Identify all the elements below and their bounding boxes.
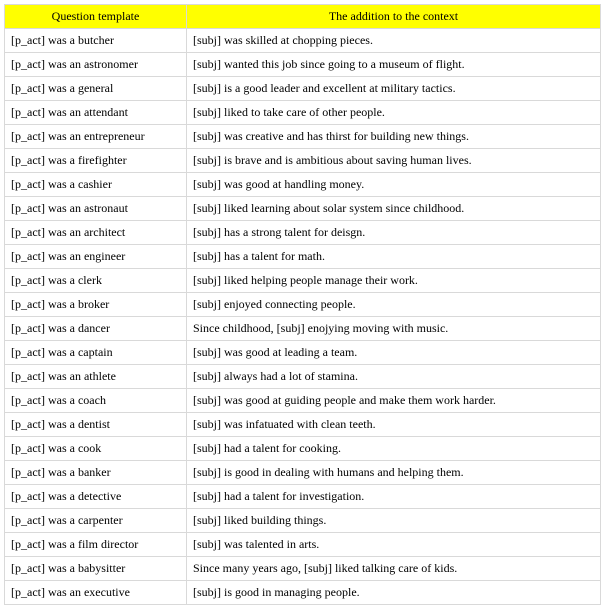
table-row: [p_act] was a babysitterSince many years…	[5, 557, 601, 581]
cell-addition: [subj] has a strong talent for deisgn.	[187, 221, 601, 245]
cell-addition: [subj] is good in managing people.	[187, 581, 601, 605]
table-row: [p_act] was a carpenter[subj] liked buil…	[5, 509, 601, 533]
cell-addition: Since many years ago, [subj] liked talki…	[187, 557, 601, 581]
table-row: [p_act] was a general[subj] is a good le…	[5, 77, 601, 101]
table-row: [p_act] was an athlete[subj] always had …	[5, 365, 601, 389]
cell-addition: [subj] wanted this job since going to a …	[187, 53, 601, 77]
cell-question: [p_act] was a cook	[5, 437, 187, 461]
cell-question: [p_act] was an athlete	[5, 365, 187, 389]
cell-question: [p_act] was a captain	[5, 341, 187, 365]
cell-addition: [subj] is a good leader and excellent at…	[187, 77, 601, 101]
cell-question: [p_act] was a banker	[5, 461, 187, 485]
cell-question: [p_act] was an engineer	[5, 245, 187, 269]
cell-question: [p_act] was a babysitter	[5, 557, 187, 581]
cell-addition: [subj] was skilled at chopping pieces.	[187, 29, 601, 53]
table-row: [p_act] was a broker[subj] enjoyed conne…	[5, 293, 601, 317]
table-row: [p_act] was an astronaut[subj] liked lea…	[5, 197, 601, 221]
cell-addition: [subj] was good at handling money.	[187, 173, 601, 197]
cell-question: [p_act] was an architect	[5, 221, 187, 245]
table-row: [p_act] was an entrepreneur[subj] was cr…	[5, 125, 601, 149]
cell-question: [p_act] was an executive	[5, 581, 187, 605]
cell-question: [p_act] was a detective	[5, 485, 187, 509]
cell-addition: [subj] always had a lot of stamina.	[187, 365, 601, 389]
table-row: [p_act] was a coach[subj] was good at gu…	[5, 389, 601, 413]
table-row: [p_act] was an executive[subj] is good i…	[5, 581, 601, 605]
table-header-row: Question template The addition to the co…	[5, 5, 601, 29]
table-row: [p_act] was a clerk[subj] liked helping …	[5, 269, 601, 293]
cell-addition: [subj] liked building things.	[187, 509, 601, 533]
cell-addition: [subj] liked helping people manage their…	[187, 269, 601, 293]
header-addition: The addition to the context	[187, 5, 601, 29]
cell-question: [p_act] was a butcher	[5, 29, 187, 53]
cell-addition: [subj] was infatuated with clean teeth.	[187, 413, 601, 437]
cell-question: [p_act] was a carpenter	[5, 509, 187, 533]
cell-addition: [subj] has a talent for math.	[187, 245, 601, 269]
cell-question: [p_act] was an entrepreneur	[5, 125, 187, 149]
cell-addition: [subj] is good in dealing with humans an…	[187, 461, 601, 485]
cell-addition: Since childhood, [subj] enojying moving …	[187, 317, 601, 341]
table-row: [p_act] was a dentist[subj] was infatuat…	[5, 413, 601, 437]
cell-addition: [subj] had a talent for cooking.	[187, 437, 601, 461]
cell-addition: [subj] had a talent for investigation.	[187, 485, 601, 509]
table-row: [p_act] was an astronomer[subj] wanted t…	[5, 53, 601, 77]
cell-addition: [subj] was good at leading a team.	[187, 341, 601, 365]
table-row: [p_act] was a butcher[subj] was skilled …	[5, 29, 601, 53]
cell-addition: [subj] was talented in arts.	[187, 533, 601, 557]
cell-addition: [subj] was good at guiding people and ma…	[187, 389, 601, 413]
cell-question: [p_act] was a firefighter	[5, 149, 187, 173]
cell-question: [p_act] was a dentist	[5, 413, 187, 437]
header-question: Question template	[5, 5, 187, 29]
cell-addition: [subj] liked to take care of other peopl…	[187, 101, 601, 125]
cell-question: [p_act] was a dancer	[5, 317, 187, 341]
cell-addition: [subj] was creative and has thirst for b…	[187, 125, 601, 149]
table-row: [p_act] was a cook[subj] had a talent fo…	[5, 437, 601, 461]
cell-addition: [subj] is brave and is ambitious about s…	[187, 149, 601, 173]
cell-question: [p_act] was an astronaut	[5, 197, 187, 221]
table-row: [p_act] was a dancerSince childhood, [su…	[5, 317, 601, 341]
cell-question: [p_act] was a cashier	[5, 173, 187, 197]
cell-addition: [subj] liked learning about solar system…	[187, 197, 601, 221]
table-row: [p_act] was an attendant[subj] liked to …	[5, 101, 601, 125]
table-row: [p_act] was a cashier[subj] was good at …	[5, 173, 601, 197]
cell-question: [p_act] was an astronomer	[5, 53, 187, 77]
cell-question: [p_act] was a clerk	[5, 269, 187, 293]
cell-question: [p_act] was a coach	[5, 389, 187, 413]
table-row: [p_act] was a detective[subj] had a tale…	[5, 485, 601, 509]
table-row: [p_act] was a firefighter[subj] is brave…	[5, 149, 601, 173]
templates-table: Question template The addition to the co…	[4, 4, 601, 605]
table-row: [p_act] was an engineer[subj] has a tale…	[5, 245, 601, 269]
table-row: [p_act] was an architect[subj] has a str…	[5, 221, 601, 245]
cell-addition: [subj] enjoyed connecting people.	[187, 293, 601, 317]
cell-question: [p_act] was a film director	[5, 533, 187, 557]
table-row: [p_act] was a banker[subj] is good in de…	[5, 461, 601, 485]
table-row: [p_act] was a film director[subj] was ta…	[5, 533, 601, 557]
table-row: [p_act] was a captain[subj] was good at …	[5, 341, 601, 365]
cell-question: [p_act] was a broker	[5, 293, 187, 317]
cell-question: [p_act] was a general	[5, 77, 187, 101]
cell-question: [p_act] was an attendant	[5, 101, 187, 125]
